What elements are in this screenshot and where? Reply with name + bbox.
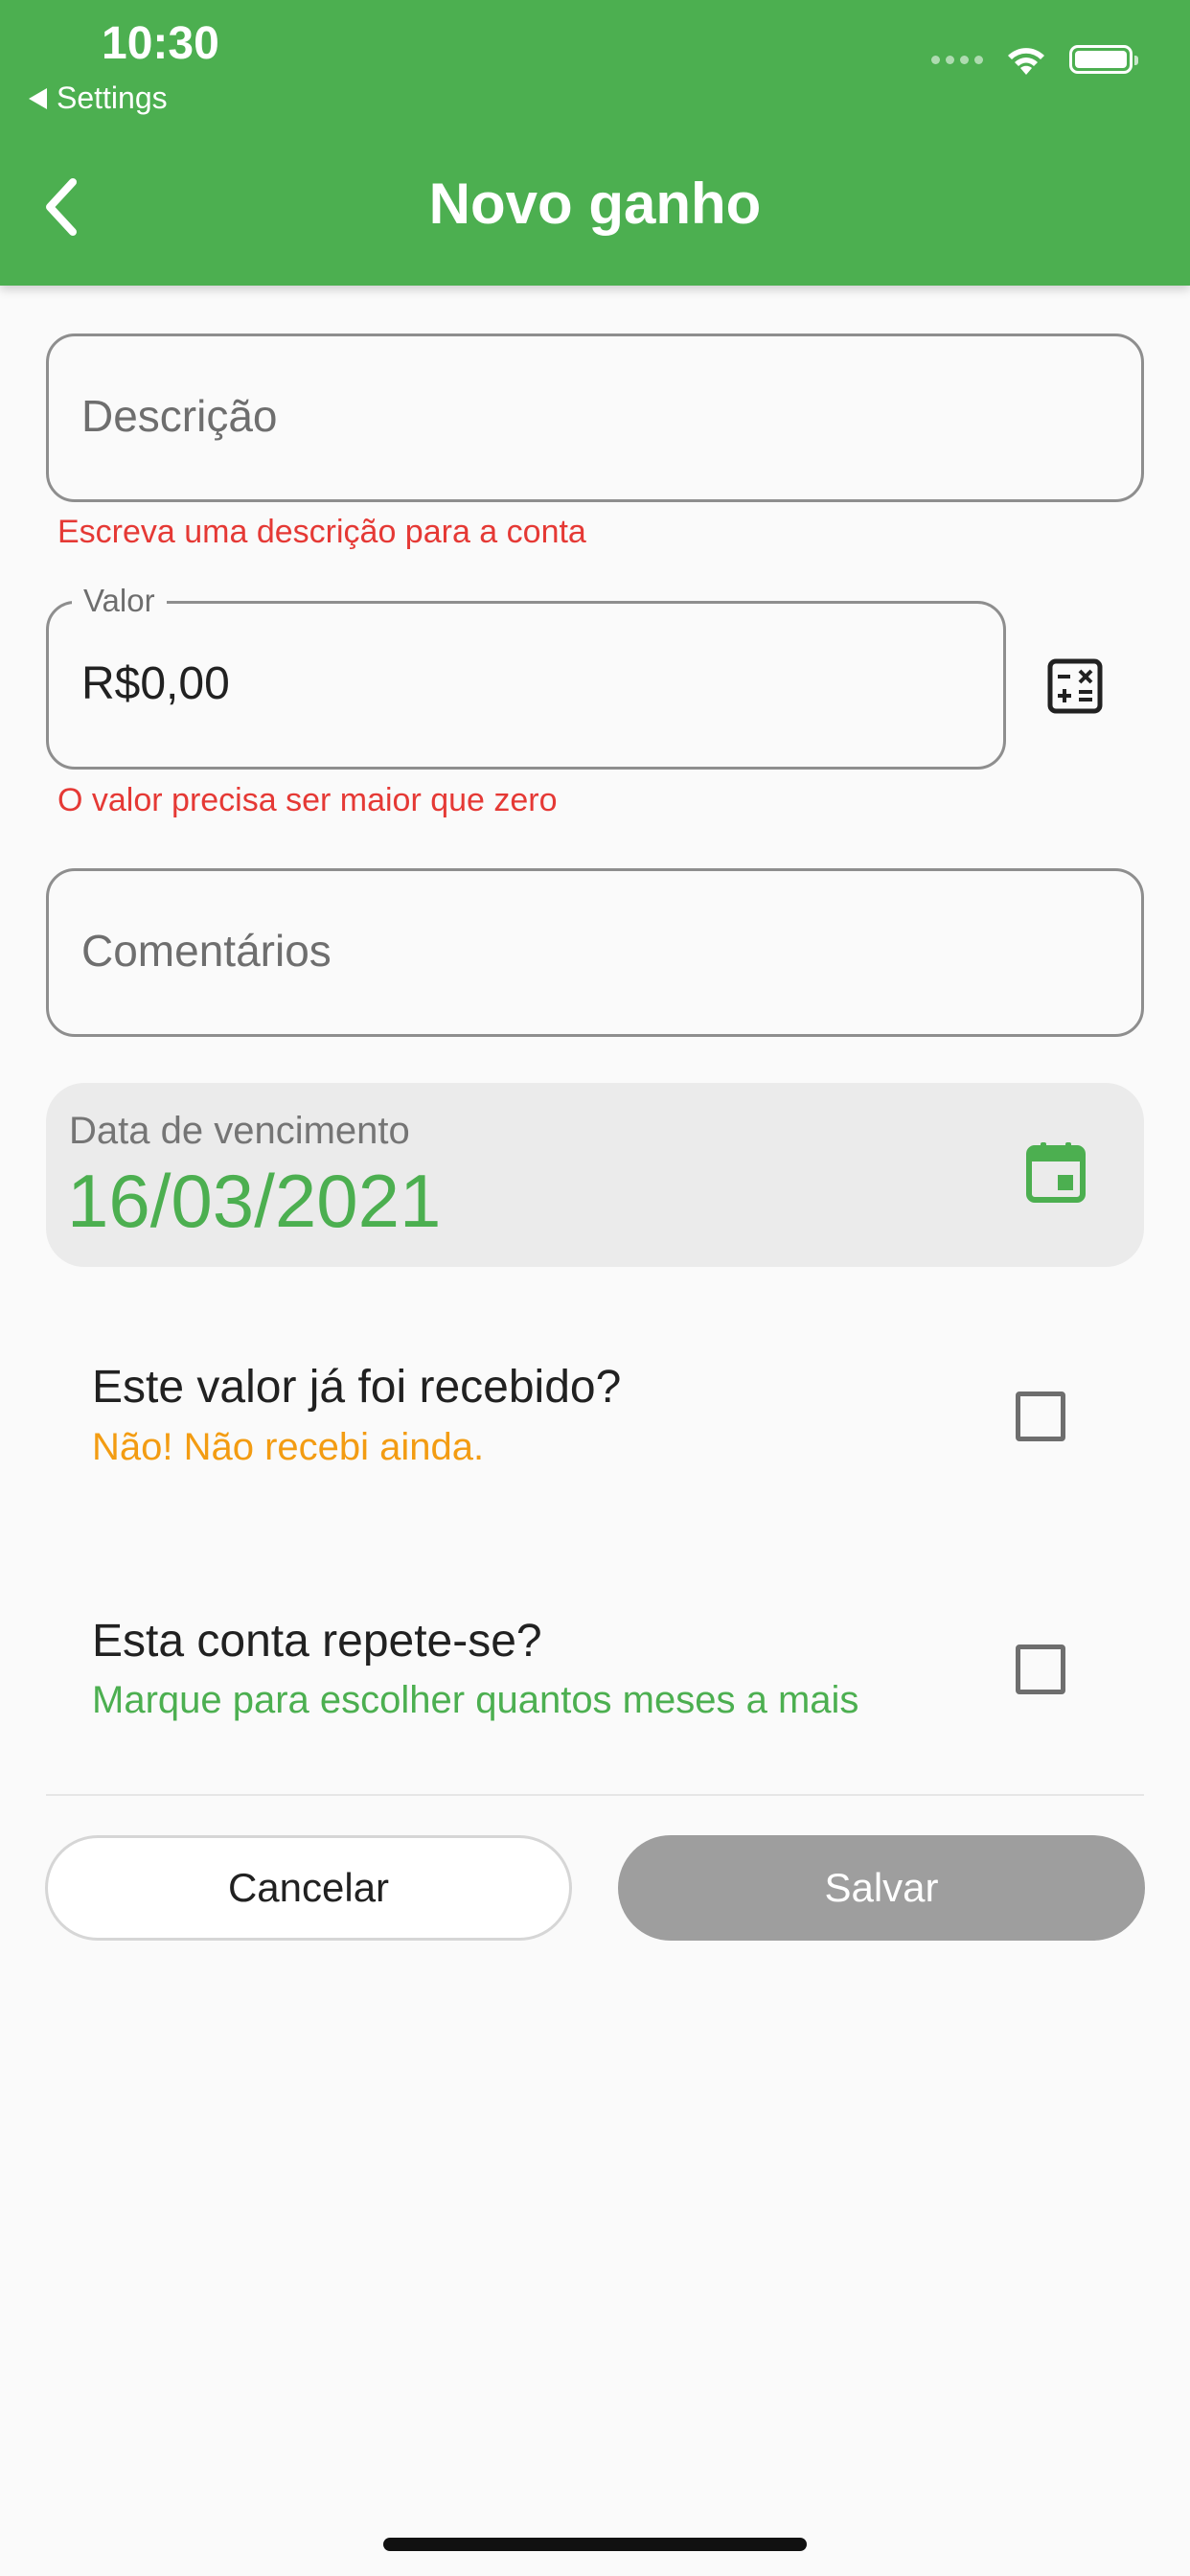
valor-label: Valor [72, 583, 167, 619]
valor-error: O valor precisa ser maior que zero [57, 782, 558, 818]
home-indicator [383, 2538, 807, 2551]
status-icons [931, 42, 1138, 77]
recebido-title: Este valor já foi recebido? [92, 1362, 622, 1413]
recebido-subtitle: Não! Não recebi ainda. [92, 1426, 485, 1468]
battery-icon [1069, 45, 1138, 74]
calculator-icon[interactable] [1046, 657, 1104, 715]
descricao-input[interactable]: Descrição [46, 334, 1144, 502]
data-vencimento-label: Data de vencimento [69, 1110, 410, 1152]
descricao-error: Escreva uma descrição para a conta [57, 514, 586, 550]
divider [46, 1794, 1144, 1796]
wifi-icon [1008, 48, 1044, 75]
data-vencimento-field[interactable]: Data de vencimento 16/03/2021 [46, 1083, 1144, 1267]
descricao-placeholder: Descrição [81, 391, 278, 441]
status-back-to-settings[interactable]: Settings [29, 80, 168, 116]
comentarios-placeholder: Comentários [81, 926, 332, 976]
repete-checkbox[interactable] [1016, 1644, 1065, 1694]
valor-value: R$0,00 [81, 658, 230, 709]
status-back-label: Settings [57, 80, 168, 115]
signal-icon [931, 55, 983, 64]
comentarios-input[interactable]: Comentários [46, 868, 1144, 1037]
valor-input[interactable]: Valor R$0,00 [46, 583, 1006, 770]
recebido-checkbox[interactable] [1016, 1392, 1065, 1441]
cancel-button[interactable]: Cancelar [45, 1835, 572, 1941]
page-title: Novo ganho [428, 172, 762, 236]
back-triangle-icon [29, 87, 47, 109]
app-bar: 10:30 Settings Novo ganho [0, 0, 1190, 286]
repete-subtitle: Marque para escolher quantos meses a mai… [92, 1679, 859, 1721]
data-vencimento-value: 16/03/2021 [67, 1159, 442, 1243]
save-button[interactable]: Salvar [618, 1835, 1145, 1941]
repete-title: Esta conta repete-se? [92, 1616, 542, 1667]
status-time: 10:30 [102, 18, 219, 69]
calendar-icon[interactable] [1025, 1140, 1087, 1204]
